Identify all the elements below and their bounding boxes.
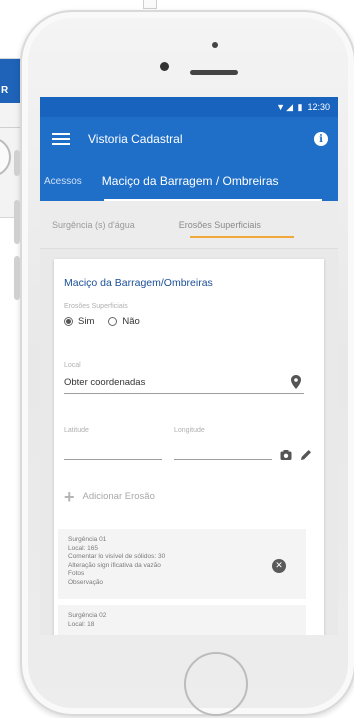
front-camera (160, 62, 169, 71)
tab-acessos[interactable]: Acessos (44, 176, 82, 187)
radio-sim-label: Sim (78, 316, 95, 327)
volume-up-button (14, 200, 20, 244)
longitude-label: Longitude (174, 427, 205, 434)
entry-line: Surgência 02 (68, 612, 107, 619)
latitude-field[interactable] (64, 459, 162, 460)
status-bar: ▼◢ ▮ 12:30 (40, 97, 338, 117)
local-label: Local (64, 362, 81, 369)
app-title: Vistoria Cadastral (88, 132, 183, 146)
phone-screen: ▼◢ ▮ 12:30 Vistoria Cadastral i Acessos … (40, 97, 338, 635)
subtab-bar: Surgência (s) d'água Erosões Superficiai… (40, 201, 338, 249)
top-connector (143, 0, 157, 9)
camera-icon[interactable] (280, 449, 292, 461)
breadcrumb-tabs: Acessos Maciço da Barragem / Ombreiras (40, 161, 338, 201)
status-time: 12:30 (307, 102, 330, 112)
tab-macico-barragem[interactable]: Maciço da Barragem / Ombreiras (102, 174, 279, 188)
erosion-question-label: Erosões Superficiais (64, 303, 128, 310)
proximity-sensor (212, 42, 218, 48)
subtab-erosoes[interactable]: Erosões Superficiais (179, 220, 261, 230)
latitude-label: Latitude (64, 427, 89, 434)
entry-line: Alteração sign ificativa da vazão (68, 561, 161, 569)
radio-nao-label: Não (122, 316, 140, 327)
map-pin-icon[interactable] (290, 375, 302, 389)
mute-switch (14, 150, 20, 176)
list-item[interactable]: Surgência 02 Local: 18 (58, 605, 306, 635)
active-subtab-indicator (190, 236, 294, 238)
entry-line: Observação (68, 578, 104, 586)
background-button-label: R (1, 85, 9, 96)
close-circle-icon[interactable]: ✕ (272, 559, 286, 573)
home-button[interactable] (184, 652, 248, 716)
subtab-surgencia[interactable]: Surgência (s) d'água (52, 220, 135, 230)
app-bar: Vistoria Cadastral i (40, 117, 338, 161)
entry-line: Comentar lo visível de sólidos: 30 (68, 553, 166, 561)
list-item[interactable]: Surgência 01 Local: 165 Comentar lo visí… (58, 529, 306, 599)
entry-line: Surgência 01 (68, 536, 107, 543)
longitude-field[interactable] (174, 459, 272, 460)
add-erosion-label: Adicionar Erosão (82, 491, 155, 502)
entry-line: Local: 18 (68, 620, 95, 628)
background-circle (0, 137, 11, 177)
hamburger-icon[interactable] (52, 133, 70, 145)
add-erosion-button[interactable]: + Adicionar Erosão (64, 486, 155, 507)
radio-sim[interactable] (64, 317, 73, 326)
signal-battery-icons: ▼◢ ▮ (276, 101, 304, 112)
entry-line: Fotos (68, 570, 85, 578)
mockup-stage: R ▼◢ ▮ 12:30 Vistoria Cadastral i Acesso… (0, 0, 354, 718)
form-title: Maciço da Barragem/Ombreiras (64, 277, 213, 289)
radio-nao[interactable] (108, 317, 118, 326)
entry-line: Local: 165 (68, 544, 98, 552)
earpiece-speaker (190, 70, 238, 75)
info-icon[interactable]: i (314, 132, 328, 146)
erosion-radio-group: Sim Não (64, 316, 140, 327)
pencil-icon[interactable] (300, 449, 312, 461)
form-card: Maciço da Barragem/Ombreiras Erosões Sup… (54, 259, 324, 635)
volume-down-button (14, 256, 20, 300)
local-underline (64, 393, 304, 394)
local-field[interactable]: Obter coordenadas (64, 377, 145, 388)
plus-icon: + (64, 486, 75, 507)
